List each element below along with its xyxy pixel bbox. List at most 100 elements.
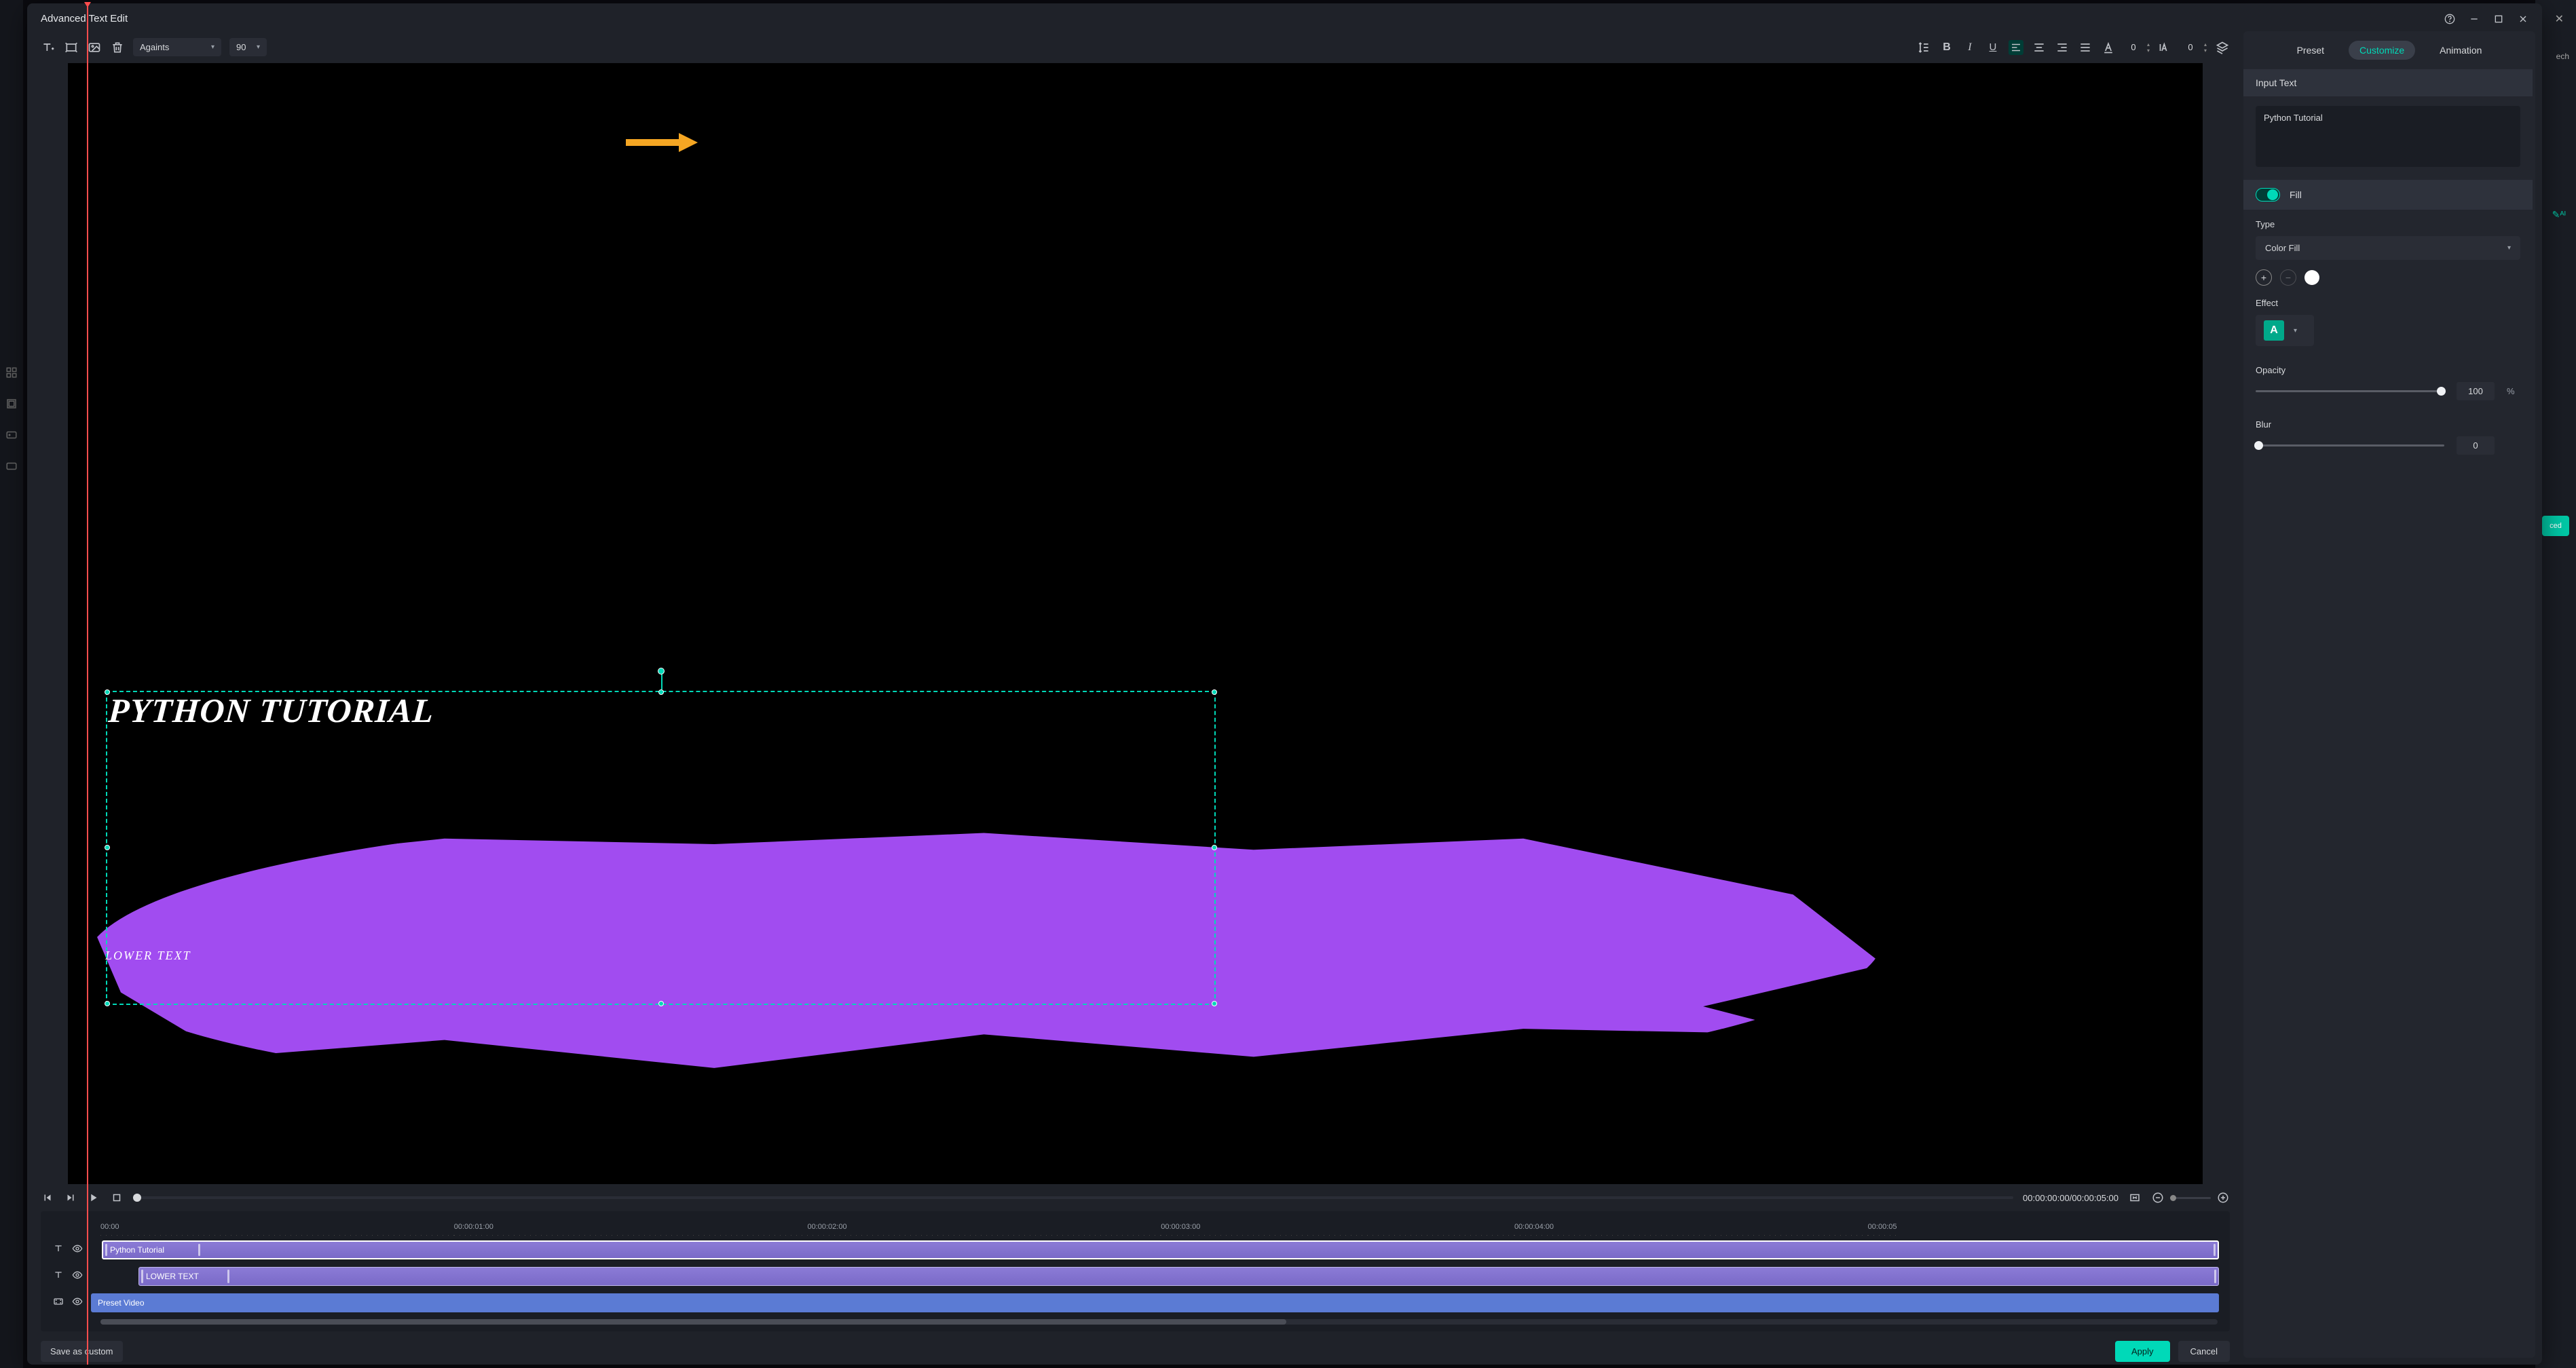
cancel-button[interactable]: Cancel [2178,1341,2230,1362]
next-frame-icon[interactable] [64,1191,77,1204]
bold-icon[interactable]: B [1939,40,1954,55]
delete-icon[interactable] [110,40,125,55]
playback-bar: 00:00:00:00/00:00:05:00 [27,1184,2243,1211]
play-icon[interactable] [87,1191,100,1204]
add-color-button[interactable]: + [2256,269,2272,286]
resize-handle[interactable] [658,689,664,695]
timeline-ruler[interactable]: 00:00 00:00:01:00 00:00:02:00 00:00:03:0… [41,1218,2230,1236]
blur-value-input[interactable]: 0 [2457,436,2495,455]
char-spacing-input[interactable]: 0 ▴▾ [2124,41,2150,54]
chevron-down-icon: ▾ [2507,244,2511,252]
blur-slider[interactable] [2256,444,2444,446]
scrub-thumb[interactable] [133,1194,141,1202]
fill-type-select[interactable]: Color Fill ▾ [2256,236,2520,260]
text-track-icon[interactable] [53,1270,64,1284]
bg-close-icon[interactable]: ✕ [2555,12,2564,26]
tab-customize[interactable]: Customize [2349,41,2415,60]
timeline-clip[interactable]: Preset Video [91,1293,2219,1312]
resize-handle[interactable] [105,689,110,695]
preview-canvas[interactable]: PYTHON TUTORIAL LOWER TEXT [68,63,2203,1184]
effect-preview-icon: A [2264,320,2284,341]
align-left-icon[interactable] [2009,40,2023,55]
maximize-icon[interactable] [2493,14,2504,24]
opacity-slider[interactable] [2256,390,2444,392]
rotate-handle[interactable] [658,668,665,674]
spinner-icon[interactable]: ▴▾ [2147,41,2150,54]
text-color-icon[interactable] [2101,40,2116,55]
timeline-track: Python Tutorial [41,1238,2230,1262]
tracking-value: 0 [2181,42,2200,52]
text-track-icon[interactable] [53,1243,64,1257]
text-selection-box[interactable] [106,691,1216,1005]
opacity-value-input[interactable]: 100 [2457,382,2495,400]
tracking-input[interactable]: 0 ▴▾ [2181,41,2207,54]
zoom-slider[interactable] [2170,1197,2211,1199]
ruler-mark: 00:00:05 [1868,1223,1897,1231]
fill-toggle[interactable] [2256,188,2280,202]
help-icon[interactable] [2444,14,2455,24]
char-spacing-value: 0 [2124,42,2143,52]
playhead[interactable] [87,1211,88,1331]
align-justify-icon[interactable] [2078,40,2093,55]
save-as-custom-button[interactable]: Save as custom [41,1341,123,1362]
add-text-icon[interactable] [41,40,56,55]
close-icon[interactable] [2518,14,2528,24]
text-toolbar: Againts ▾ 90 ▾ B I U 0 ▴▾ [27,31,2243,63]
bg-partial-button[interactable]: ced [2542,516,2569,536]
tab-preset[interactable]: Preset [2286,41,2335,60]
app-sidebar-hint [0,0,23,1368]
resize-handle[interactable] [105,845,110,850]
underline-icon[interactable]: U [1985,40,2000,55]
visibility-icon[interactable] [72,1270,83,1284]
color-swatch[interactable] [2304,270,2319,285]
apply-button[interactable]: Apply [2115,1341,2170,1362]
resize-handle[interactable] [1212,689,1217,695]
timeline-track: Preset Video [41,1291,2230,1315]
timecode-display: 00:00:00:00/00:00:05:00 [2023,1193,2118,1203]
effect-label: Effect [2256,298,2520,308]
tab-animation[interactable]: Animation [2429,41,2493,60]
crop-safe-icon[interactable] [2128,1191,2142,1204]
chevron-down-icon: ▾ [2294,327,2297,335]
ai-icon[interactable]: ✎ᴬᴵ [2552,209,2566,221]
visibility-icon[interactable] [72,1243,83,1257]
image-icon[interactable] [87,40,102,55]
type-label: Type [2256,219,2520,229]
font-size-select[interactable]: 90 ▾ [229,38,267,56]
clip-label: LOWER TEXT [146,1272,199,1281]
resize-handle[interactable] [105,1001,110,1006]
font-family-select[interactable]: Againts ▾ [133,38,221,56]
timeline-clip[interactable]: Python Tutorial [102,1240,2219,1259]
text-content-input[interactable] [2256,106,2520,167]
chevron-down-icon: ▾ [211,43,214,51]
font-size-value: 90 [236,42,246,52]
prev-frame-icon[interactable] [41,1191,54,1204]
remove-color-button[interactable]: − [2280,269,2296,286]
timeline: 00:00 00:00:01:00 00:00:02:00 00:00:03:0… [41,1211,2230,1331]
timeline-clip[interactable]: LOWER TEXT [138,1267,2219,1286]
visibility-icon[interactable] [72,1296,83,1310]
clip-label: Preset Video [98,1298,145,1308]
opacity-unit: % [2507,386,2520,396]
align-right-icon[interactable] [2055,40,2070,55]
letter-spacing-icon[interactable] [2158,40,2173,55]
effect-select[interactable]: A ▾ [2256,315,2314,346]
zoom-in-icon[interactable] [2216,1191,2230,1204]
line-spacing-icon[interactable] [1916,40,1931,55]
video-track-icon[interactable] [53,1296,64,1310]
resize-handle[interactable] [658,1001,664,1006]
timeline-scrollbar[interactable] [100,1319,2218,1325]
minimize-icon[interactable] [2469,14,2480,24]
dialog-footer: Save as custom Apply Cancel [27,1335,2243,1365]
spinner-icon[interactable]: ▴▾ [2204,41,2207,54]
italic-icon[interactable]: I [1962,40,1977,55]
align-center-icon[interactable] [2032,40,2047,55]
layers-icon[interactable] [2215,40,2230,55]
stop-icon[interactable] [110,1191,124,1204]
scrub-bar[interactable] [133,1196,2013,1199]
zoom-out-icon[interactable] [2151,1191,2165,1204]
textbox-icon[interactable] [64,40,79,55]
timeline-track: LOWER TEXT [41,1264,2230,1289]
font-family-value: Againts [140,42,169,52]
fill-type-value: Color Fill [2265,243,2300,253]
